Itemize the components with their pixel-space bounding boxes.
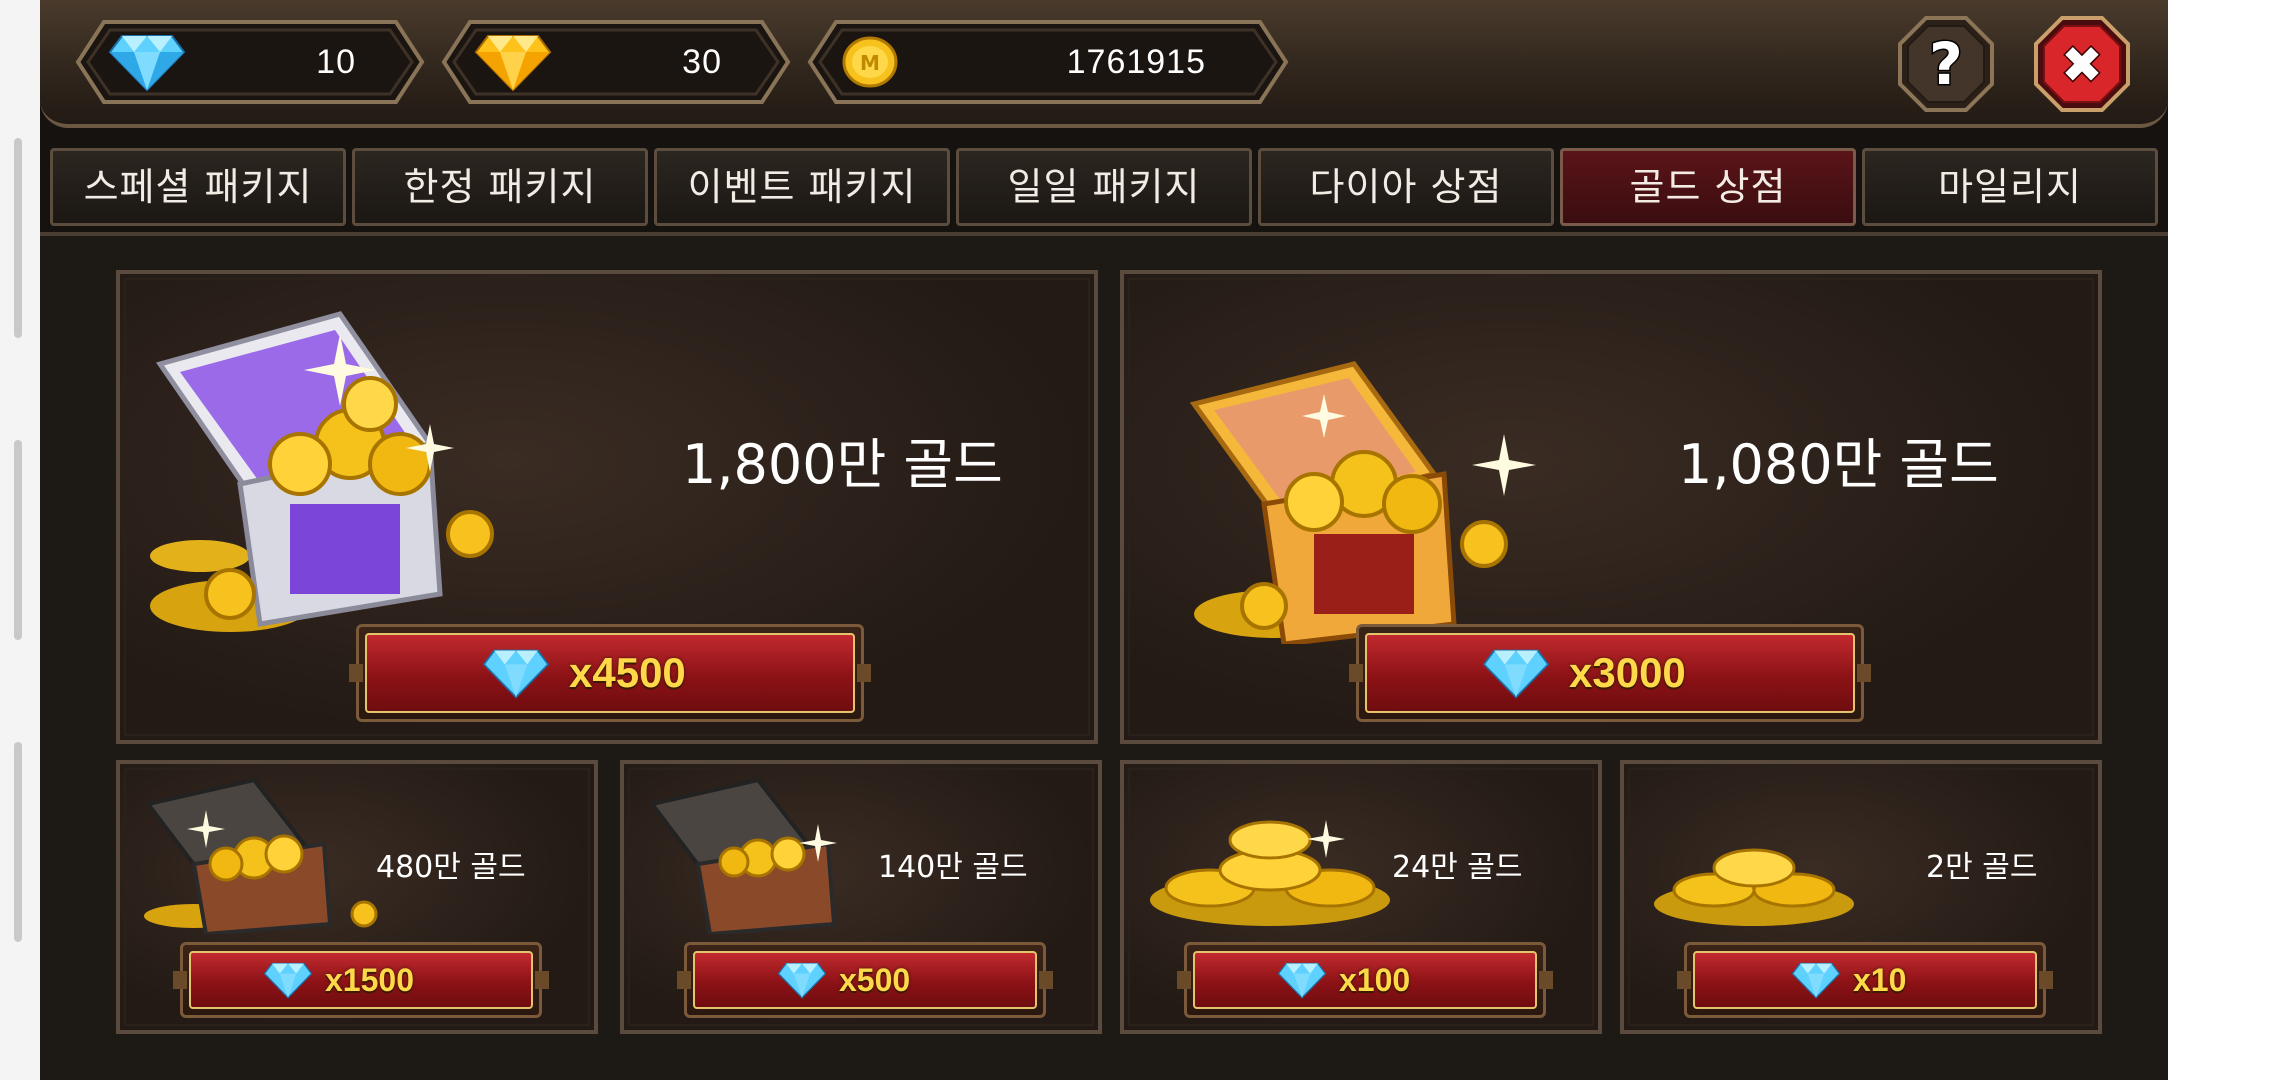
close-x-icon: ✖ [2061,36,2103,94]
price-label: x500 [839,961,911,998]
tab-mileage[interactable]: 마일리지 [1862,148,2158,226]
help-question-icon: ? [1929,30,1963,98]
product-card-1080[interactable]: 1,080만 골드 x3000 [1120,270,2102,744]
shop-tabs: 스페셜 패키지 한정 패키지 이벤트 패키지 일일 패키지 다이아 상점 골드 … [50,148,2160,226]
buy-button-x1500[interactable]: x1500 [173,942,549,1018]
gold-coin-icon: M [842,36,898,92]
game-shop-screen: 10 30 M 1761915 ? ✖ 스페셜 패키지 한정 패키지 이벤트 패… [40,0,2168,1080]
price-label: x4500 [569,649,686,696]
blue-diamond-icon [108,32,186,96]
blue-diamond-icon [482,649,550,699]
purple-treasure-chest-icon [150,311,494,632]
blue-diamond-value: 10 [316,43,356,81]
blue-diamond-icon [777,962,827,999]
blue-diamond-icon [263,962,313,999]
coin-pile-large-icon [1150,820,1390,926]
buy-button-x3000[interactable]: x3000 [1349,624,1871,722]
coin-pile-small-icon [1654,848,1854,926]
product-card-140[interactable]: 140만 골드 x500 [620,760,1102,1034]
tab-limited-package[interactable]: 한정 패키지 [352,148,648,226]
blue-diamond-counter: 10 [74,18,426,106]
tab-daily-package[interactable]: 일일 패키지 [956,148,1252,226]
wooden-chest-icon [648,777,837,934]
tab-event-package[interactable]: 이벤트 패키지 [654,148,950,226]
blue-diamond-icon [1277,962,1327,999]
gold-coin-counter: M 1761915 [806,18,1290,106]
right-blank-area [2168,0,2280,1080]
price-label: x100 [1339,961,1411,998]
product-amount: 2만 골드 [1926,850,2038,885]
help-button[interactable]: ? [1896,14,1996,114]
buy-button-x4500[interactable]: x4500 [349,624,871,722]
gold-diamond-icon [474,32,552,96]
product-amount: 140만 골드 [878,850,1028,885]
product-card-1800[interactable]: 1,800만 골드 x4500 [116,270,1098,744]
product-amount: 480만 골드 [376,850,526,885]
tab-special-package[interactable]: 스페셜 패키지 [50,148,346,226]
currency-bar: 10 30 M 1761915 ? ✖ [40,0,2168,128]
blue-diamond-icon [1482,649,1550,699]
left-scroll-strip [0,0,40,1080]
tab-gold-shop[interactable]: 골드 상점 [1560,148,1856,226]
buy-button-x10[interactable]: x10 [1677,942,2053,1018]
gold-coin-value: 1761915 [1066,43,1206,81]
gold-diamond-value: 30 [682,43,722,81]
buy-button-x500[interactable]: x500 [677,942,1053,1018]
wooden-chest-icon [144,777,378,934]
price-label: x1500 [325,961,414,998]
gold-diamond-counter: 30 [440,18,792,106]
coin-letter: M [860,51,880,75]
golden-treasure-chest-icon [1189,361,1536,644]
product-card-480[interactable]: 480만 골드 x1500 [116,760,598,1034]
price-label: x3000 [1569,649,1686,696]
scroll-tick [14,742,22,942]
blue-diamond-icon [1791,962,1841,999]
product-card-2[interactable]: 2만 골드 x10 [1620,760,2102,1034]
tab-diamond-shop[interactable]: 다이아 상점 [1258,148,1554,226]
product-amount: 1,800만 골드 [682,433,1003,496]
product-amount: 1,080만 골드 [1678,433,1999,496]
scroll-tick [14,138,22,338]
close-button[interactable]: ✖ [2032,14,2132,114]
product-card-24[interactable]: 24만 골드 x100 [1120,760,1602,1034]
scroll-tick [14,440,22,640]
price-label: x10 [1853,961,1907,998]
buy-button-x100[interactable]: x100 [1177,942,1553,1018]
product-amount: 24만 골드 [1392,850,1523,885]
